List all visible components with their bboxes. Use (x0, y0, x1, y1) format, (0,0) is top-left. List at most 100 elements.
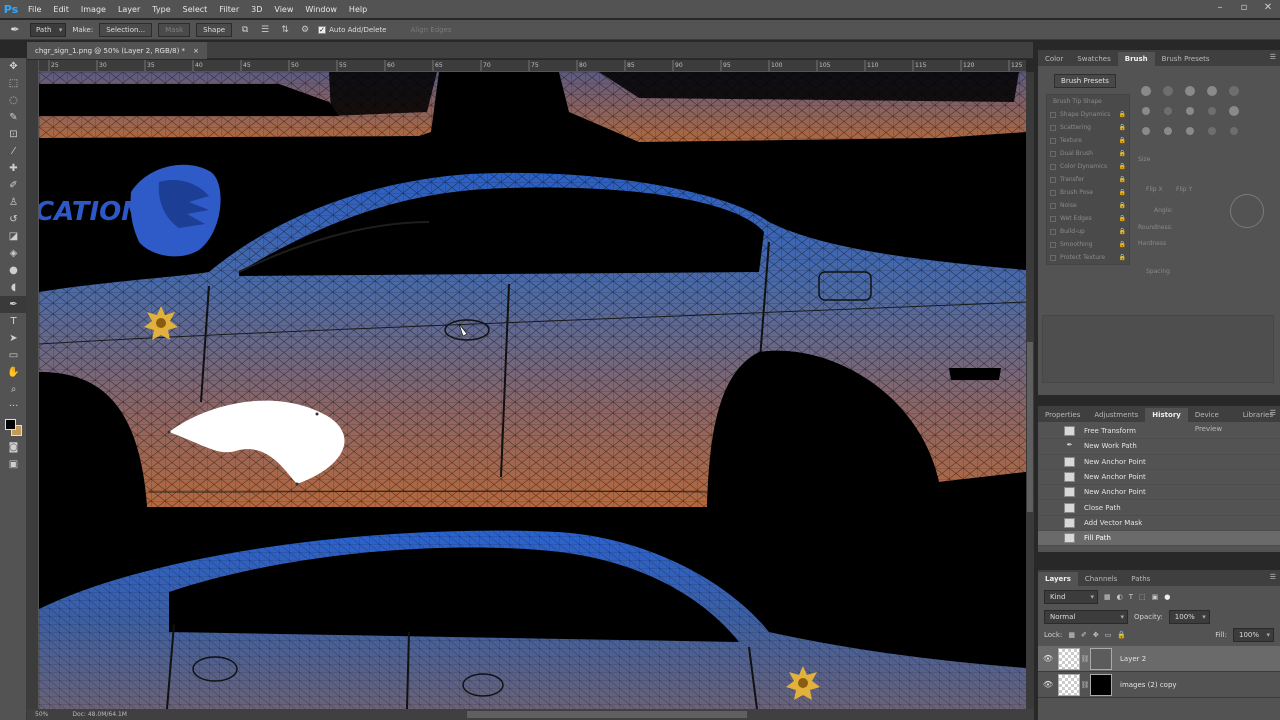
menu-3d[interactable]: 3D (245, 5, 268, 14)
flip-y-checkbox[interactable]: Flip Y (1176, 186, 1192, 193)
shape-button[interactable]: Shape (196, 22, 233, 37)
brush-option-row[interactable]: Brush Pose 🔒 (1047, 186, 1129, 199)
brush-option-row[interactable]: Texture 🔒 (1047, 134, 1129, 147)
panel-menu-icon[interactable]: ☰ (1270, 573, 1276, 581)
lasso-tool-icon[interactable]: ◌ (0, 92, 27, 109)
lock-position-icon[interactable]: ✥ (1093, 631, 1099, 639)
tab-brush[interactable]: Brush (1117, 52, 1155, 66)
history-item[interactable]: ✒ New Work Path (1038, 439, 1280, 455)
brush-tip-swatch[interactable] (1204, 124, 1220, 138)
minimize-icon[interactable]: – (1214, 2, 1226, 13)
history-item-current[interactable]: Fill Path (1038, 531, 1280, 547)
brush-tip-swatch[interactable] (1204, 84, 1220, 98)
flip-x-checkbox[interactable]: Flip X (1146, 186, 1163, 193)
menu-window[interactable]: Window (299, 5, 343, 14)
move-tool-icon[interactable]: ✥ (0, 58, 27, 75)
align-edges-option[interactable]: Align Edges (410, 26, 451, 34)
tab-history[interactable]: History (1145, 408, 1188, 422)
panel-menu-icon[interactable]: ☰ (1270, 53, 1276, 61)
layer-name[interactable]: images (2) copy (1120, 681, 1177, 689)
blur-tool-icon[interactable]: ● (0, 262, 27, 279)
brush-tip-swatch[interactable] (1226, 104, 1242, 118)
panel-menu-icon[interactable]: ☰ (1270, 409, 1276, 417)
brush-option-row[interactable]: Wet Edges 🔒 (1047, 212, 1129, 225)
brush-tip-swatch[interactable] (1226, 124, 1242, 138)
kind-filter-select[interactable]: Kind (1044, 590, 1098, 604)
menu-select[interactable]: Select (177, 5, 214, 14)
layer-row[interactable]: 👁 ⛓ Layer 2 (1038, 646, 1280, 672)
filter-adjustment-icon[interactable]: ◐ (1117, 593, 1123, 601)
horizontal-scroll-thumb[interactable] (467, 711, 747, 718)
brush-option-row[interactable]: Dual Brush 🔒 (1047, 147, 1129, 160)
path-selection-tool-icon[interactable]: ➤ (0, 330, 27, 347)
brush-tip-swatch[interactable] (1160, 124, 1176, 138)
hand-tool-icon[interactable]: ✋ (0, 364, 27, 381)
tab-paths[interactable]: Paths (1124, 572, 1157, 586)
document-tab[interactable]: chgr_sign_1.png @ 50% (Layer 2, RGB/8) *… (27, 42, 207, 59)
eraser-tool-icon[interactable]: ◪ (0, 228, 27, 245)
tool-mode-select[interactable]: Path (30, 22, 67, 37)
brush-tip-swatch[interactable] (1226, 84, 1242, 98)
selection-button[interactable]: Selection... (99, 22, 153, 37)
brush-tip-swatch[interactable] (1182, 84, 1198, 98)
blend-mode-select[interactable]: Normal (1044, 610, 1128, 624)
brush-tip-swatch[interactable] (1182, 104, 1198, 118)
menu-edit[interactable]: Edit (47, 5, 75, 14)
tab-color[interactable]: Color (1038, 52, 1070, 66)
brush-tool-icon[interactable]: ✐ (0, 177, 27, 194)
auto-add-delete-checkbox[interactable]: ✓ Auto Add/Delete (318, 25, 386, 34)
maximize-icon[interactable]: ▫ (1238, 2, 1250, 13)
menu-file[interactable]: File (22, 5, 47, 14)
pen-tool-icon[interactable]: ✒ (0, 296, 27, 313)
history-item[interactable]: Close Path (1038, 500, 1280, 516)
filter-type-icon[interactable]: T (1129, 593, 1133, 601)
layer-name[interactable]: Layer 2 (1120, 655, 1146, 663)
tab-properties[interactable]: Properties (1038, 408, 1087, 422)
quick-select-tool-icon[interactable]: ✎ (0, 109, 27, 126)
marquee-tool-icon[interactable]: ⬚ (0, 75, 27, 92)
more-tools-icon[interactable]: ··· (0, 398, 27, 415)
tab-brush-presets[interactable]: Brush Presets (1155, 52, 1217, 66)
dodge-tool-icon[interactable]: ◖ (0, 279, 27, 296)
eye-icon[interactable]: 👁 (1038, 654, 1058, 663)
history-item[interactable]: New Anchor Point (1038, 470, 1280, 486)
path-operations-icon[interactable]: ⧉ (238, 23, 252, 37)
crop-tool-icon[interactable]: ⊡ (0, 126, 27, 143)
quick-mask-icon[interactable]: ◙ (0, 439, 27, 456)
brush-option-row[interactable]: Build-up 🔒 (1047, 225, 1129, 238)
brush-tip-swatch[interactable] (1138, 84, 1154, 98)
vertical-scrollbar[interactable] (1026, 72, 1034, 709)
lock-pixels-icon[interactable]: ✐ (1081, 631, 1087, 639)
history-item[interactable]: Free Transform (1038, 424, 1280, 440)
tab-channels[interactable]: Channels (1078, 572, 1124, 586)
brush-tip-swatch[interactable] (1138, 124, 1154, 138)
menu-layer[interactable]: Layer (112, 5, 146, 14)
path-arrangement-icon[interactable]: ⇅ (278, 23, 292, 37)
fill-input[interactable]: 100% (1232, 628, 1274, 642)
history-item[interactable]: New Anchor Point (1038, 485, 1280, 501)
close-icon[interactable]: ✕ (1262, 2, 1274, 13)
tab-adjustments[interactable]: Adjustments (1087, 408, 1145, 422)
tab-layers[interactable]: Layers (1038, 572, 1078, 586)
doc-size-info[interactable]: Doc: 48.0M/64.1M (72, 711, 127, 718)
filter-toggle-icon[interactable]: ● (1164, 593, 1170, 601)
vertical-scroll-thumb[interactable] (1027, 342, 1033, 512)
opacity-input[interactable]: 100% (1168, 610, 1210, 624)
gear-icon[interactable]: ⚙ (298, 23, 312, 37)
brush-tip-swatch[interactable] (1182, 124, 1198, 138)
lock-transparency-icon[interactable]: ▦ (1068, 631, 1075, 639)
brush-option-row[interactable]: Protect Texture 🔒 (1047, 251, 1129, 264)
brush-option-row[interactable]: Noise 🔒 (1047, 199, 1129, 212)
lock-artboard-icon[interactable]: ▭ (1105, 631, 1112, 639)
foreground-color-swatch[interactable] (5, 419, 16, 430)
brush-option-row[interactable]: Color Dynamics 🔒 (1047, 160, 1129, 173)
brush-angle-preview-icon[interactable] (1230, 194, 1264, 228)
filter-shape-icon[interactable]: ⬚ (1139, 593, 1146, 601)
healing-brush-tool-icon[interactable]: ✚ (0, 160, 27, 177)
brush-option-row[interactable]: Scattering 🔒 (1047, 121, 1129, 134)
screen-mode-icon[interactable]: ▣ (0, 456, 27, 473)
chain-icon[interactable]: ⛓ (1080, 681, 1090, 689)
tab-device-preview[interactable]: Device Preview (1188, 408, 1236, 433)
menu-help[interactable]: Help (343, 5, 373, 14)
eye-icon[interactable]: 👁 (1038, 680, 1058, 689)
